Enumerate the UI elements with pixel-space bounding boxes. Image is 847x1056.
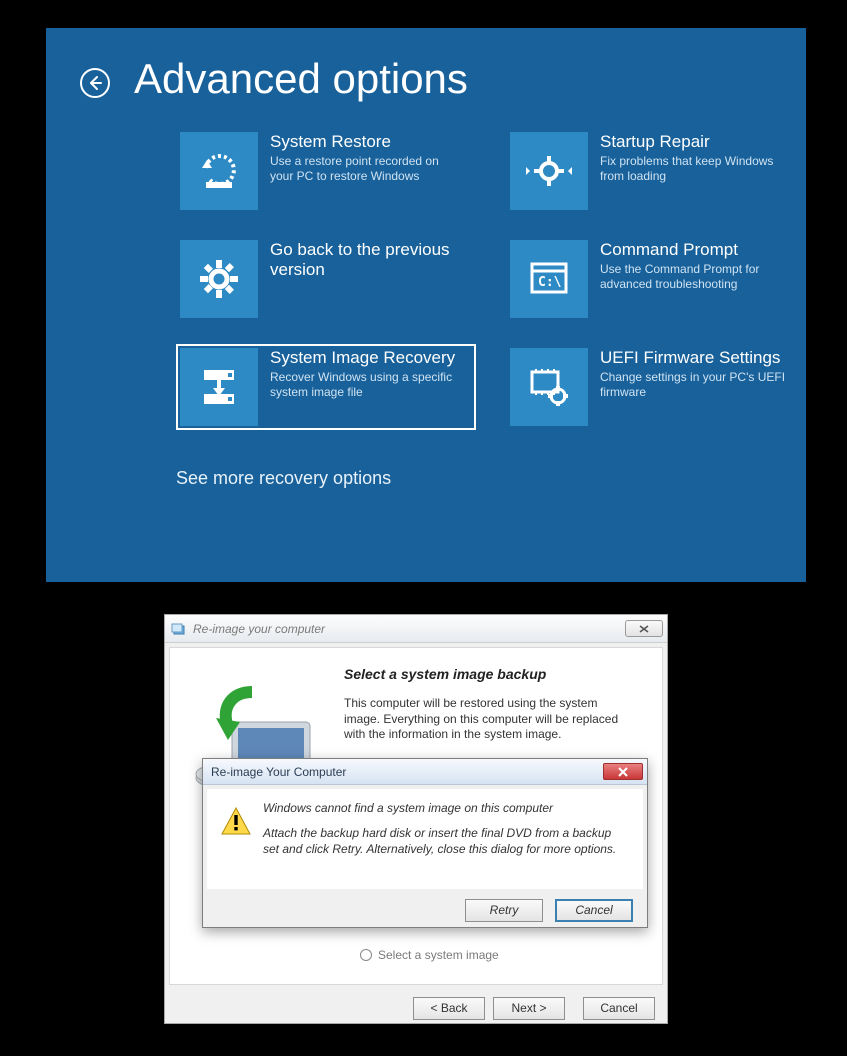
radio-icon [360,949,372,961]
tile-desc: Fix problems that keep Windows from load… [600,154,795,184]
tile-grid: System Restore Use a restore point recor… [46,110,806,430]
tile-go-back[interactable]: Go back to the previous version [176,236,476,322]
error-title: Re-image Your Computer [211,765,603,779]
header: Advanced options [46,28,806,110]
tile-desc: Change settings in your PC's UEFI firmwa… [600,370,795,400]
system-image-recovery-icon [180,348,258,426]
see-more-recovery-options-link[interactable]: See more recovery options [46,430,806,489]
command-prompt-icon: C:\ [510,240,588,318]
back-button[interactable]: < Back [413,997,485,1020]
app-icon [171,621,187,637]
firmware-icon [510,348,588,426]
close-icon [639,625,649,633]
page-title: Advanced options [134,58,468,100]
error-button-row: Retry Cancel [203,893,647,927]
advanced-options-screen: Advanced options System Restore Use a re… [46,28,806,582]
tile-title: System Image Recovery [270,348,465,368]
wizard-titlebar[interactable]: Re-image your computer [165,615,667,643]
error-body: Windows cannot find a system image on th… [207,789,643,889]
tile-uefi-firmware[interactable]: UEFI Firmware Settings Change settings i… [506,344,806,430]
cancel-button[interactable]: Cancel [583,997,655,1020]
error-close-button[interactable] [603,763,643,780]
error-dialog: Re-image Your Computer Windows cannot fi… [202,758,648,928]
radio-label: Select a system image [378,948,499,962]
select-system-image-radio[interactable]: Select a system image [360,948,499,962]
startup-repair-icon [510,132,588,210]
warning-icon [221,807,251,835]
tile-desc: Use the Command Prompt for advanced trou… [600,262,795,292]
gear-icon [180,240,258,318]
back-button[interactable] [80,68,110,98]
tile-command-prompt[interactable]: C:\ Command Prompt Use the Command Promp… [506,236,806,322]
retry-button[interactable]: Retry [465,899,543,922]
arrow-left-icon [87,75,103,91]
system-restore-icon [180,132,258,210]
svg-text:C:\: C:\ [538,275,562,290]
tile-title: Command Prompt [600,240,795,260]
tile-desc: Recover Windows using a specific system … [270,370,465,400]
cancel-button[interactable]: Cancel [555,899,633,922]
error-message: Windows cannot find a system image on th… [263,801,629,815]
window-title: Re-image your computer [193,622,625,636]
wizard-heading: Select a system image backup [344,666,546,682]
error-instruction: Attach the backup hard disk or insert th… [263,825,629,857]
tile-desc: Use a restore point recorded on your PC … [270,154,465,184]
tile-title: UEFI Firmware Settings [600,348,795,368]
close-icon [617,767,629,777]
next-button[interactable]: Next > [493,997,565,1020]
tile-system-image-recovery[interactable]: System Image Recovery Recover Windows us… [176,344,476,430]
wizard-button-row: < Back Next > Cancel [165,989,667,1027]
tile-startup-repair[interactable]: Startup Repair Fix problems that keep Wi… [506,128,806,214]
window-close-button[interactable] [625,620,663,637]
tile-title: System Restore [270,132,465,152]
tile-system-restore[interactable]: System Restore Use a restore point recor… [176,128,476,214]
wizard-paragraph: This computer will be restored using the… [344,696,634,743]
tile-title: Startup Repair [600,132,795,152]
tile-title: Go back to the previous version [270,240,465,281]
error-titlebar[interactable]: Re-image Your Computer [203,759,647,785]
